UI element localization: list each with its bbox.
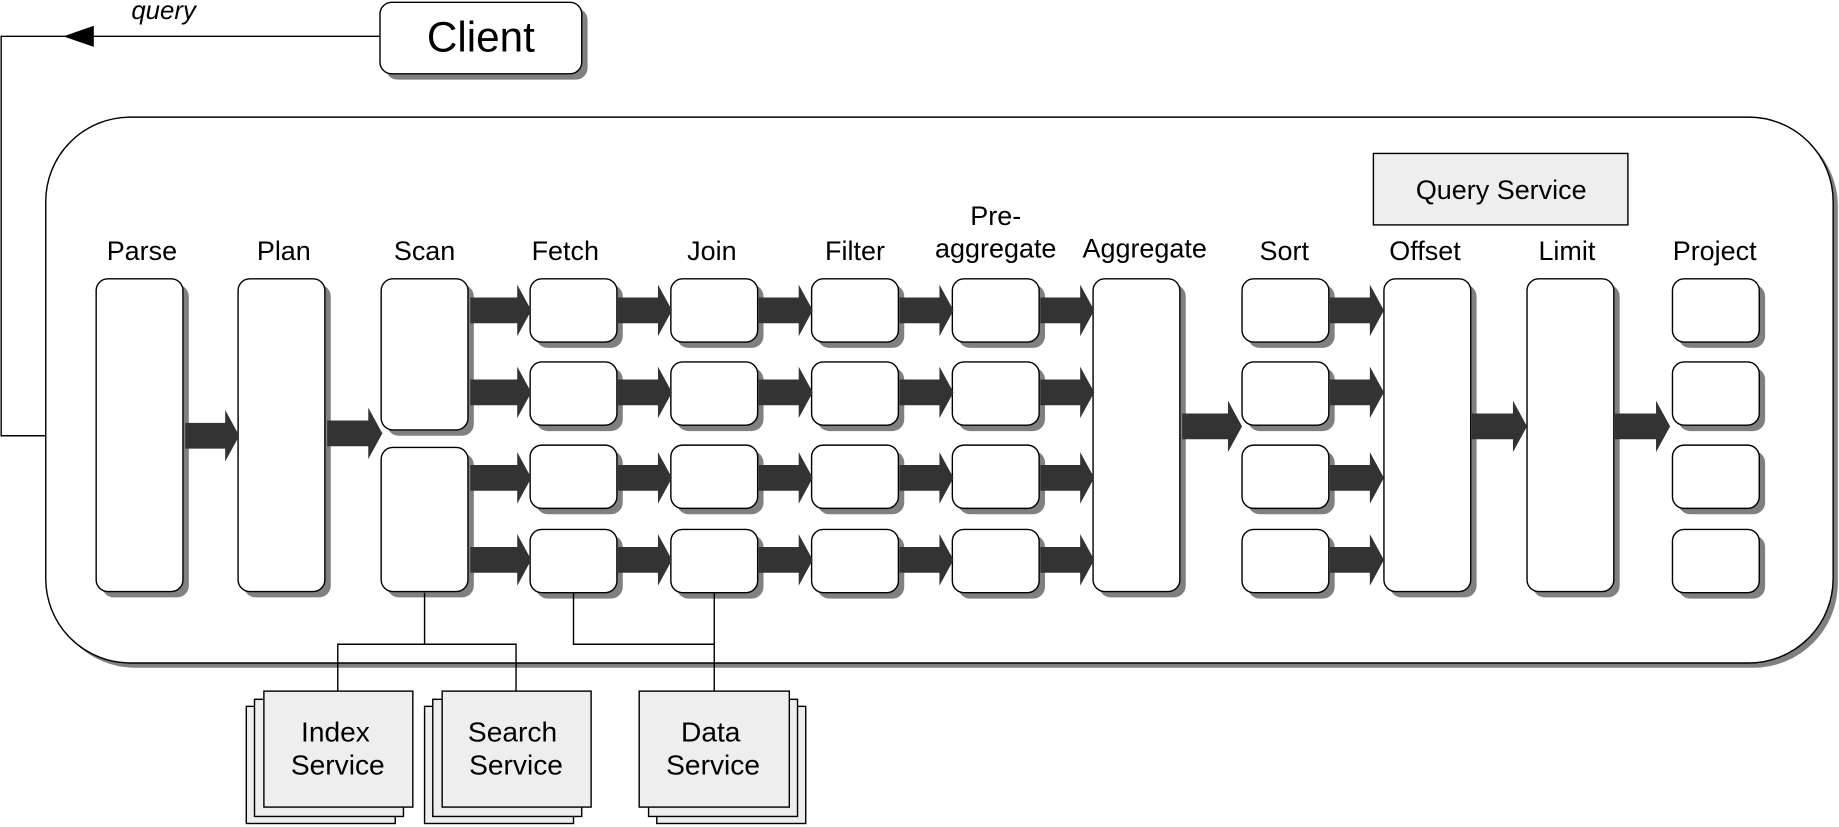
query-label: query: [131, 0, 198, 25]
stage-box-project-4[interactable]: [1671, 528, 1760, 594]
stage-box-filter-2[interactable]: [810, 361, 900, 426]
query-service-label: Query Service: [1416, 175, 1587, 205]
stage-box-offset[interactable]: [1383, 278, 1472, 593]
stage-label-preagg-1: Pre-: [970, 201, 1021, 231]
search-service[interactable]: Search Service: [423, 690, 592, 825]
stage-box-filter-3[interactable]: [810, 444, 900, 510]
stage-label-preagg-2: aggregate: [935, 234, 1056, 264]
stage-box-fetch-4[interactable]: [529, 528, 618, 594]
stage-label-filter: Filter: [825, 236, 885, 266]
stage-box-pre-aggregate-2[interactable]: [951, 361, 1040, 426]
data-service-label-1: Data: [681, 717, 741, 748]
stage-box-project-2[interactable]: [1671, 361, 1760, 426]
stage-box-join-4[interactable]: [670, 528, 759, 594]
stage-box-sort-4[interactable]: [1241, 528, 1330, 594]
stage-box-filter-1[interactable]: [810, 278, 900, 343]
stage-box-pre-aggregate-4[interactable]: [951, 528, 1040, 594]
index-service[interactable]: Index Service: [245, 690, 414, 825]
index-service-label-2: Service: [291, 749, 385, 780]
stage-box-aggregate[interactable]: [1092, 278, 1181, 593]
client-node[interactable]: Client: [379, 1, 588, 80]
data-service-label-2: Service: [666, 749, 760, 780]
stage-box-join-1[interactable]: [670, 278, 759, 343]
data-service[interactable]: Data Service: [638, 690, 807, 825]
query-arrowhead-top: [63, 25, 94, 47]
query-service-diagram: query Client Query Service Parse Plan Sc…: [0, 0, 1838, 825]
stage-box-fetch-2[interactable]: [529, 361, 618, 426]
stage-box-pre-aggregate-1[interactable]: [951, 278, 1040, 343]
stage-label-join: Join: [687, 236, 736, 266]
stage-label-sort: Sort: [1260, 236, 1310, 266]
stage-box-sort-1[interactable]: [1241, 278, 1330, 343]
stage-box-sort-2[interactable]: [1241, 361, 1330, 426]
stage-box-project-3[interactable]: [1671, 444, 1760, 510]
stage-box-plan[interactable]: [237, 278, 326, 593]
stage-box-fetch-1[interactable]: [529, 278, 618, 343]
stage-box-limit[interactable]: [1526, 278, 1615, 593]
stage-label-scan: Scan: [394, 236, 455, 266]
stage-label-aggregate: Aggregate: [1082, 234, 1206, 264]
search-service-label-1: Search: [468, 717, 557, 748]
stage-box-join-3[interactable]: [670, 444, 759, 510]
stage-label-fetch: Fetch: [532, 236, 599, 266]
stage-box-join-2[interactable]: [670, 361, 759, 426]
stage-label-limit: Limit: [1538, 236, 1595, 266]
stage-box-fetch-3[interactable]: [529, 444, 618, 510]
stage-box-sort-3[interactable]: [1241, 444, 1330, 510]
stage-box-scan-1[interactable]: [380, 278, 469, 431]
stage-box-project-1[interactable]: [1671, 278, 1760, 343]
index-service-label-1: Index: [301, 717, 370, 748]
stage-label-parse: Parse: [107, 236, 177, 266]
client-label: Client: [427, 14, 535, 61]
stage-label-offset: Offset: [1389, 236, 1461, 266]
stage-box-parse[interactable]: [95, 278, 184, 593]
stage-label-project: Project: [1673, 236, 1757, 266]
stage-label-plan: Plan: [257, 236, 311, 266]
stage-box-filter-4[interactable]: [810, 528, 900, 594]
search-service-label-2: Service: [469, 749, 563, 780]
stage-box-pre-aggregate-3[interactable]: [951, 444, 1040, 510]
stage-box-scan-2[interactable]: [380, 446, 469, 593]
